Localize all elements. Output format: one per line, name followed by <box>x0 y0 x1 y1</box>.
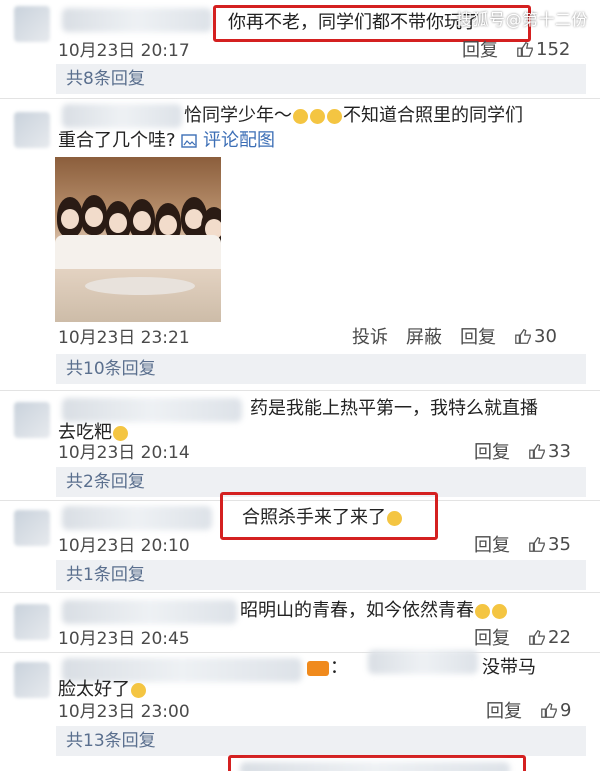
thumbs-up-icon <box>515 328 531 344</box>
comment-text-line1: 药是我能上热平第一，我特么就直播 <box>250 398 538 419</box>
emoji-icon <box>387 510 402 526</box>
comment-actions: 回复 33 <box>474 438 571 464</box>
comment-text: 你再不老，同学们都不带你玩了 <box>228 12 480 33</box>
like-count: 33 <box>548 440 571 462</box>
comment-actions: 回复 22 <box>474 624 571 650</box>
comment-time: 10月23日 20:10 <box>58 536 190 556</box>
vip-badge-icon <box>307 660 329 676</box>
comment-text-line2: 重合了几个哇? 评论配图 <box>58 130 276 151</box>
comment-time: 10月23日 20:17 <box>58 41 190 61</box>
comment-text: 昭明山的青春，如今依然青春 <box>240 598 508 624</box>
reply-button[interactable]: 回复 <box>486 697 522 723</box>
comment-feed: 搜狐号@第十二份 你再不老，同学们都不带你玩了 10月23日 20:17 回复 … <box>0 0 600 771</box>
comment-time: 10月23日 23:21 <box>58 328 190 348</box>
username-blurred[interactable] <box>62 600 237 624</box>
avatar[interactable] <box>14 402 50 438</box>
like-button[interactable]: 9 <box>540 700 571 721</box>
view-replies-link[interactable]: 共13条回复 <box>56 726 586 756</box>
divider <box>0 390 600 391</box>
avatar[interactable] <box>14 662 50 698</box>
username-blurred[interactable] <box>62 8 212 32</box>
like-button[interactable]: 30 <box>514 326 557 347</box>
photo-link[interactable]: 评论配图 <box>181 130 275 151</box>
avatar[interactable] <box>14 6 50 42</box>
comment-actions: 回复 35 <box>474 531 571 557</box>
comment-actions: 回复 9 <box>486 697 571 723</box>
emoji-icon <box>475 603 490 619</box>
avatar[interactable] <box>14 112 50 148</box>
divider <box>0 592 600 593</box>
thumbs-up-icon <box>529 629 545 645</box>
like-button[interactable]: 152 <box>516 39 570 60</box>
like-button[interactable]: 35 <box>528 534 571 555</box>
thumbs-up-icon <box>529 443 545 459</box>
like-count: 9 <box>560 699 572 721</box>
comment-time: 10月23日 20:45 <box>58 629 190 649</box>
emoji-icon <box>492 603 507 619</box>
comment-text-line1b: 没带马 <box>482 657 536 678</box>
comment-text-line1: 恰同学少年～ 不知道合照里的同学们 <box>184 105 523 126</box>
comment-actions: 投诉 屏蔽 回复 30 <box>352 323 557 349</box>
reply-button[interactable]: 回复 <box>474 531 510 557</box>
view-replies-link[interactable]: 共8条回复 <box>56 64 586 94</box>
reply-button[interactable]: 回复 <box>474 624 510 650</box>
thumbs-up-icon <box>541 702 557 718</box>
comment-actions: 回复 152 <box>462 36 570 62</box>
emoji-icon <box>327 108 342 124</box>
emoji-icon <box>131 682 146 698</box>
username-blurred[interactable] <box>62 506 212 530</box>
avatar[interactable] <box>14 604 50 640</box>
divider <box>0 652 600 653</box>
comment-text-line1: ： <box>306 655 348 681</box>
watermark: 搜狐号@第十二份 <box>455 10 588 29</box>
like-count: 30 <box>534 325 557 347</box>
thumbs-up-icon <box>517 41 533 57</box>
report-button[interactable]: 投诉 <box>352 323 388 349</box>
view-replies-link[interactable]: 共10条回复 <box>56 354 586 384</box>
comment-time: 10月23日 20:14 <box>58 443 190 463</box>
mention-blurred[interactable] <box>368 650 478 674</box>
divider <box>0 98 600 99</box>
thumbs-up-icon <box>529 536 545 552</box>
avatar[interactable] <box>14 510 50 546</box>
username-blurred[interactable] <box>62 398 242 422</box>
emoji-icon <box>293 108 308 124</box>
like-button[interactable]: 33 <box>528 441 571 462</box>
reply-button[interactable]: 回复 <box>474 438 510 464</box>
block-button[interactable]: 屏蔽 <box>406 323 442 349</box>
comment-photo[interactable] <box>55 157 221 322</box>
comment-text-blurred <box>240 762 510 771</box>
reply-button[interactable]: 回复 <box>460 323 496 349</box>
comment-time: 10月23日 23:00 <box>58 702 190 722</box>
like-button[interactable]: 22 <box>528 627 571 648</box>
reply-button[interactable]: 回复 <box>462 36 498 62</box>
comment-text: 合照杀手来了来了 <box>242 505 403 531</box>
like-count: 35 <box>548 533 571 555</box>
like-count: 152 <box>536 38 571 60</box>
view-replies-link[interactable]: 共1条回复 <box>56 560 586 590</box>
username-blurred[interactable] <box>62 104 182 128</box>
image-icon <box>181 134 197 148</box>
emoji-icon <box>310 108 325 124</box>
like-count: 22 <box>548 626 571 648</box>
